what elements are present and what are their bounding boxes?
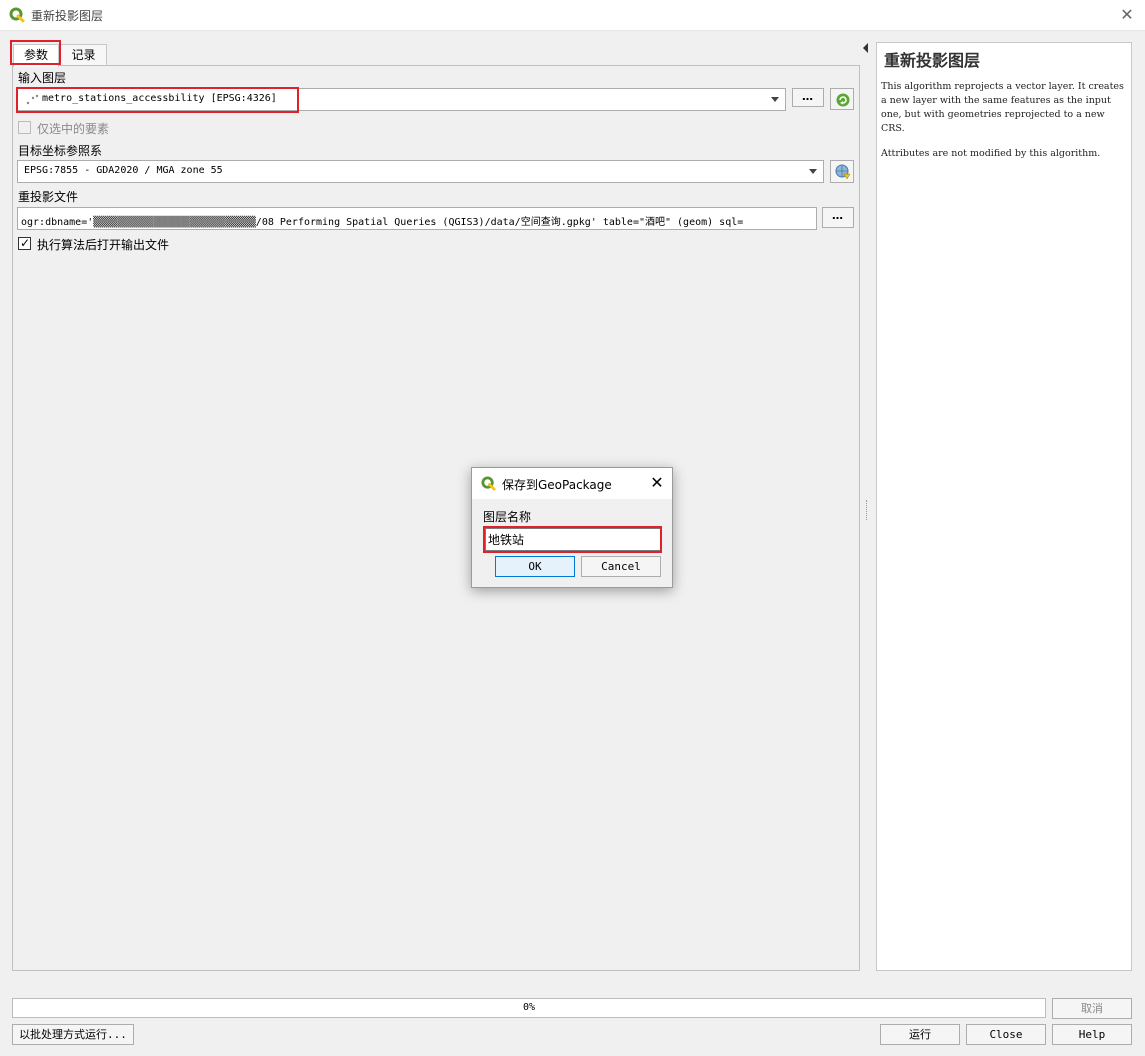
cancel-run-button[interactable]: 取消: [1052, 998, 1132, 1019]
input-layer-browse-button[interactable]: …: [792, 88, 824, 107]
dialog-ok-button[interactable]: OK: [495, 556, 575, 577]
title-bar: 重新投影图层 ✕: [0, 0, 1145, 31]
qgis-logo-icon: [9, 7, 25, 23]
save-geopackage-dialog: 保存到GeoPackage ✕ 图层名称 OK Cancel: [471, 467, 673, 588]
output-file-label: 重投影文件: [18, 190, 79, 204]
check-icon: ✓: [20, 236, 31, 250]
output-file-field[interactable]: ogr:dbname='▒▒▒▒▒▒▒▒▒▒▒▒▒▒▒▒▒▒▒▒▒▒▒▒▒▒▒/…: [17, 207, 817, 230]
dialog-title: 保存到GeoPackage: [502, 478, 612, 492]
selected-only-checkbox[interactable]: [18, 121, 31, 134]
target-crs-value: EPSG:7855 - GDA2020 / MGA zone 55: [24, 165, 223, 176]
help-button[interactable]: Help: [1052, 1024, 1132, 1045]
window-title: 重新投影图层: [31, 9, 104, 23]
close-window-icon[interactable]: ✕: [1116, 5, 1138, 25]
select-crs-button[interactable]: [830, 160, 854, 183]
target-crs-combo[interactable]: EPSG:7855 - GDA2020 / MGA zone 55: [17, 160, 824, 183]
target-crs-label: 目标坐标参照系: [18, 144, 103, 158]
layer-name-highlight: [483, 526, 662, 553]
iterate-button[interactable]: [830, 88, 854, 110]
chevron-down-icon: [771, 97, 779, 102]
open-after-checkbox[interactable]: ✓: [18, 236, 31, 250]
globe-crs-icon: [835, 164, 851, 187]
dialog-close-icon[interactable]: ✕: [648, 473, 666, 493]
batch-process-button[interactable]: 以批处理方式运行...: [12, 1024, 134, 1045]
collapse-help-icon[interactable]: [863, 43, 868, 53]
chevron-down-icon: [809, 169, 817, 174]
help-panel: 重新投影图层 This algorithm reprojects a vecto…: [876, 42, 1132, 971]
run-button[interactable]: 运行: [880, 1024, 960, 1045]
tab-log[interactable]: 记录: [60, 44, 107, 66]
input-layer-highlight: [16, 87, 299, 113]
progress-bar: 0%: [12, 998, 1046, 1018]
dialog-title-bar: 保存到GeoPackage ✕: [472, 468, 672, 499]
close-button[interactable]: Close: [966, 1024, 1046, 1045]
tab-params-highlight: [10, 40, 61, 65]
output-file-browse-button[interactable]: …: [822, 207, 854, 228]
help-title: 重新投影图层: [884, 51, 981, 70]
help-paragraph-1: This algorithm reprojects a vector layer…: [881, 81, 1124, 134]
input-layer-label: 输入图层: [18, 71, 67, 85]
iterate-green-icon: [835, 92, 851, 115]
output-file-value: ogr:dbname='▒▒▒▒▒▒▒▒▒▒▒▒▒▒▒▒▒▒▒▒▒▒▒▒▒▒▒/…: [21, 217, 744, 228]
layer-name-label: 图层名称: [483, 510, 532, 524]
help-paragraph-2: Attributes are not modified by this algo…: [881, 148, 1101, 159]
parameters-panel: [12, 65, 860, 971]
open-after-label: 执行算法后打开输出文件: [37, 238, 170, 252]
splitter-handle[interactable]: [866, 500, 869, 520]
qgis-logo-icon: [481, 476, 496, 491]
selected-only-label: 仅选中的要素: [37, 122, 110, 136]
dialog-cancel-button[interactable]: Cancel: [581, 556, 661, 577]
